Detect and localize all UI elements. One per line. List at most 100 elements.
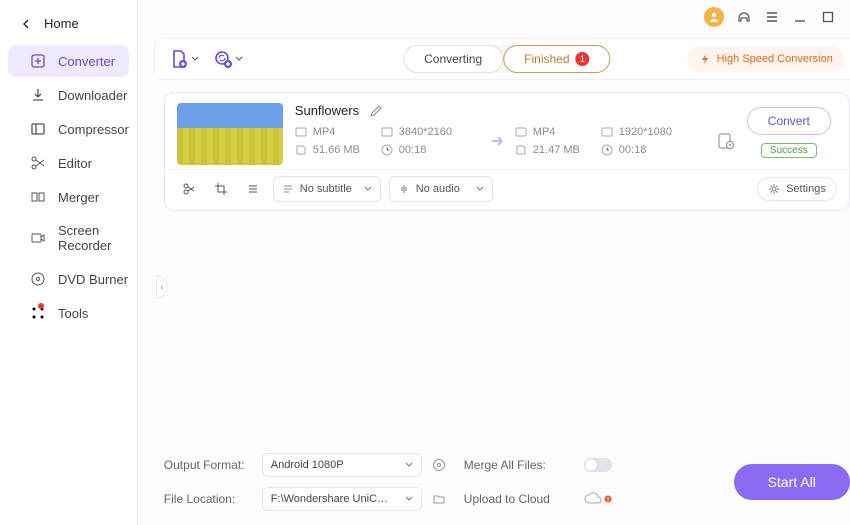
lightning-icon <box>699 53 711 65</box>
folder-sync-icon <box>213 49 233 69</box>
settings-label: Settings <box>786 183 826 195</box>
subtitle-dropdown[interactable]: No subtitle <box>273 176 381 202</box>
warning-dot-icon <box>604 495 612 503</box>
add-folder-button[interactable] <box>213 49 243 69</box>
scissors-icon <box>30 155 46 171</box>
video-format-icon <box>515 126 527 138</box>
src-format: MP4 <box>313 126 336 138</box>
add-file-button[interactable] <box>169 49 199 69</box>
dst-format: MP4 <box>533 126 556 138</box>
crop-icon[interactable] <box>209 178 233 200</box>
sidebar-item-downloader[interactable]: Downloader <box>8 79 129 111</box>
clock-icon <box>381 144 393 156</box>
compressor-icon <box>30 121 46 137</box>
sidebar-item-compressor[interactable]: Compressor <box>8 113 129 145</box>
sidebar-item-label: Downloader <box>58 88 127 103</box>
file-title: Sunflowers <box>295 103 359 118</box>
file-location-select[interactable]: F:\Wondershare UniConverter 1 <box>262 487 422 511</box>
output-format-select[interactable]: Android 1080P <box>262 453 422 477</box>
user-avatar-icon[interactable] <box>704 7 724 27</box>
src-duration: 00:18 <box>399 144 427 156</box>
disc-icon <box>30 271 46 287</box>
high-speed-conversion-button[interactable]: High Speed Conversion <box>687 46 845 72</box>
file-card: Sunflowers MP4 3840*2160 MP4 1920*1080 5… <box>164 92 850 211</box>
headset-icon[interactable] <box>736 9 752 25</box>
dst-size: 21.47 MB <box>533 144 580 156</box>
merge-toggle[interactable] <box>584 458 612 472</box>
convert-button[interactable]: Convert <box>747 107 831 135</box>
converter-icon <box>30 53 46 69</box>
maximize-icon[interactable] <box>820 9 836 25</box>
status-tabs: Converting Finished 1 <box>403 45 610 73</box>
dst-resolution: 1920*1080 <box>619 126 672 138</box>
video-thumbnail[interactable] <box>177 103 283 165</box>
camera-icon <box>30 230 46 246</box>
output-settings-icon[interactable] <box>717 132 735 150</box>
chevron-down-icon <box>405 495 413 503</box>
dst-duration: 00:18 <box>619 144 647 156</box>
sidebar-item-label: DVD Burner <box>58 272 128 287</box>
sidebar-item-label: Screen Recorder <box>58 223 129 253</box>
minimize-icon[interactable] <box>792 9 808 25</box>
sidebar-item-label: Converter <box>58 54 115 69</box>
sidebar-item-merger[interactable]: Merger <box>8 181 129 213</box>
chevron-down-icon <box>364 185 372 193</box>
resolution-icon <box>601 126 613 138</box>
sidebar-item-tools[interactable]: Tools <box>8 297 129 329</box>
sidebar-item-label: Editor <box>58 156 92 171</box>
high-speed-label: High Speed Conversion <box>717 53 833 65</box>
main-area: Converting Finished 1 High Speed Convers… <box>138 0 850 525</box>
sidebar-item-converter[interactable]: Converter <box>8 45 129 77</box>
finished-count-badge: 1 <box>576 52 590 66</box>
tab-finished[interactable]: Finished 1 <box>503 45 610 73</box>
audio-dropdown[interactable]: No audio <box>389 176 493 202</box>
home-label: Home <box>44 16 79 31</box>
sidebar-item-label: Compressor <box>58 122 129 137</box>
merge-label: Merge All Files: <box>464 458 574 472</box>
tab-converting[interactable]: Converting <box>403 45 503 73</box>
tab-label: Converting <box>424 52 482 66</box>
subtitle-value: No subtitle <box>300 183 352 195</box>
settings-button[interactable]: Settings <box>757 177 837 201</box>
toolbar: Converting Finished 1 High Speed Convers… <box>154 38 850 80</box>
chevron-down-icon <box>476 185 484 193</box>
notification-dot-icon <box>38 303 44 309</box>
sidebar-item-label: Tools <box>58 306 88 321</box>
trim-icon[interactable] <box>177 178 201 200</box>
sidebar-item-label: Merger <box>58 190 99 205</box>
menu-icon[interactable] <box>764 9 780 25</box>
status-badge: Success <box>761 143 817 158</box>
file-location-label: File Location: <box>164 492 252 506</box>
filesize-icon <box>295 144 307 156</box>
audio-value: No audio <box>416 183 460 195</box>
file-location-value: F:\Wondershare UniConverter 1 <box>271 493 391 505</box>
download-icon <box>30 87 46 103</box>
clock-icon <box>601 144 613 156</box>
titlebar <box>138 0 850 34</box>
home-button[interactable]: Home <box>0 0 137 45</box>
sidebar-item-dvd-burner[interactable]: DVD Burner <box>8 263 129 295</box>
src-size: 51.66 MB <box>313 144 360 156</box>
output-format-label: Output Format: <box>164 458 252 472</box>
output-format-value: Android 1080P <box>271 459 344 471</box>
chevron-left-icon <box>22 19 32 29</box>
sidebar: Home Converter Downloader Compressor Edi… <box>0 0 138 525</box>
merger-icon <box>30 189 46 205</box>
chevron-down-icon <box>191 55 199 63</box>
open-folder-icon[interactable] <box>432 492 454 506</box>
video-format-icon <box>295 126 307 138</box>
output-info-icon[interactable] <box>432 458 454 472</box>
tab-label: Finished <box>524 52 569 66</box>
effect-icon[interactable] <box>241 178 265 200</box>
gear-icon <box>768 183 780 195</box>
upload-cloud-icon[interactable] <box>584 492 624 506</box>
start-all-button[interactable]: Start All <box>734 464 850 500</box>
subtitle-icon <box>282 183 294 195</box>
sidebar-item-screen-recorder[interactable]: Screen Recorder <box>8 215 129 261</box>
edit-title-icon[interactable] <box>369 104 383 118</box>
sidebar-item-editor[interactable]: Editor <box>8 147 129 179</box>
file-plus-icon <box>169 49 189 69</box>
arrow-right-icon <box>487 130 509 152</box>
resolution-icon <box>381 126 393 138</box>
filesize-icon <box>515 144 527 156</box>
